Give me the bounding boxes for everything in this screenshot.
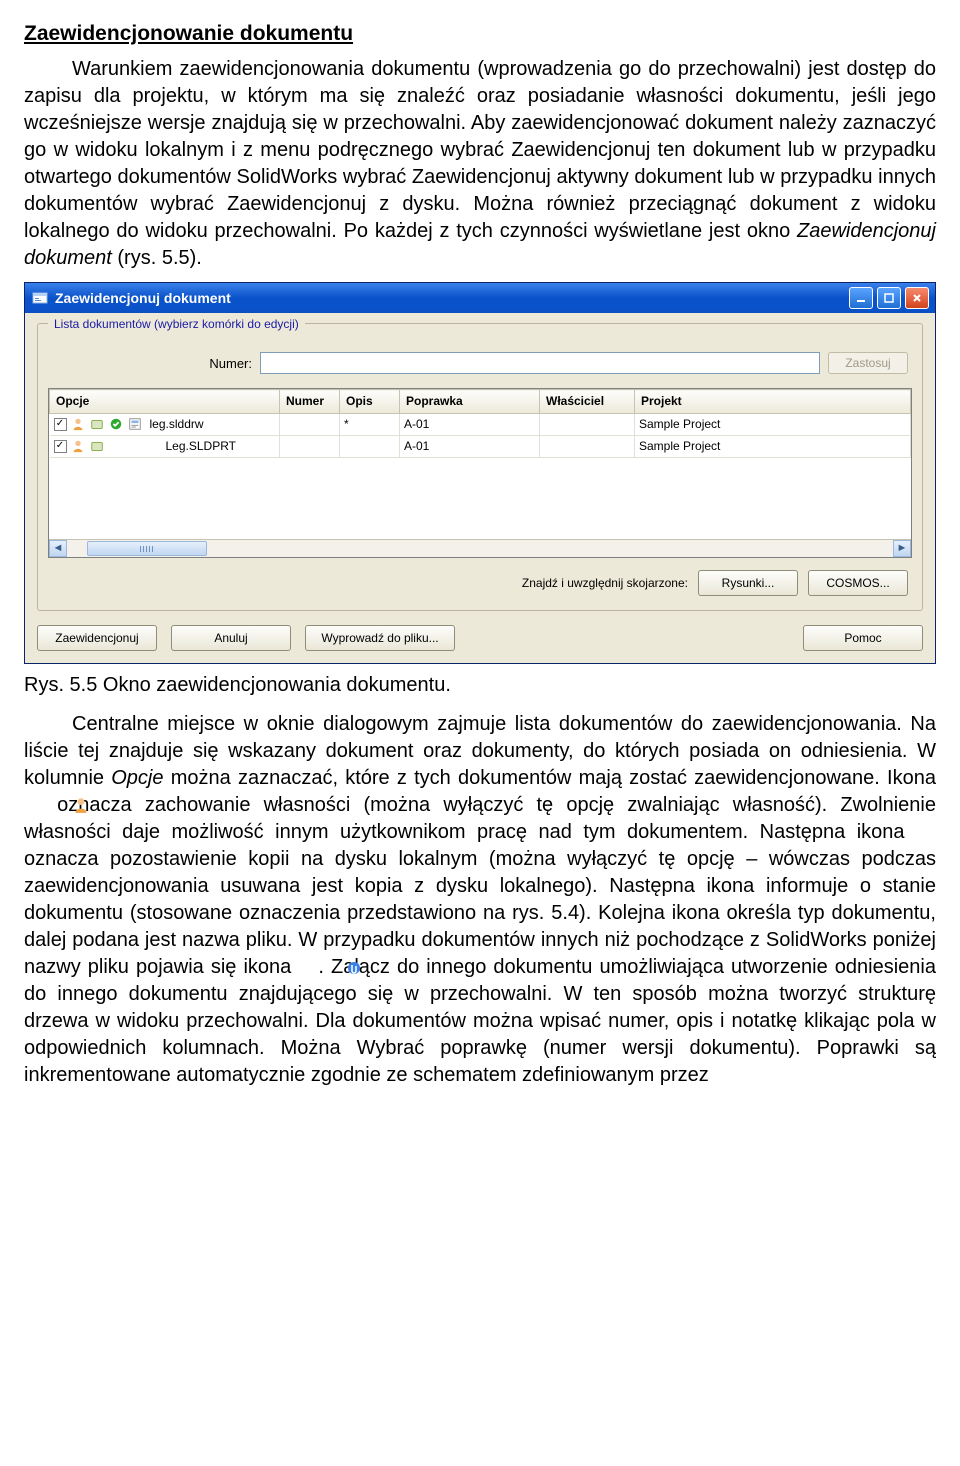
ownership-icon	[24, 795, 44, 813]
fieldset-legend: Lista dokumentów (wybierz komórki do edy…	[48, 316, 305, 332]
cell-poprawka[interactable]: A-01	[400, 435, 540, 457]
find-label: Znajdź i uwzględnij skojarzone:	[522, 575, 688, 591]
localcopy-icon[interactable]	[89, 438, 105, 454]
col-numer[interactable]: Numer	[280, 390, 340, 413]
cell-numer[interactable]	[280, 413, 340, 435]
minimize-button[interactable]	[849, 287, 873, 309]
spacer-icon	[108, 438, 124, 454]
file-name: Leg.SLDPRT	[166, 438, 236, 454]
dialog-window: Zaewidencjonuj dokument Lista dokumentów…	[24, 282, 936, 664]
para2: Centralne miejsce w oknie dialogowym zaj…	[24, 711, 936, 1089]
cell-numer[interactable]	[280, 435, 340, 457]
scroll-thumb[interactable]	[87, 541, 207, 556]
cell-opis[interactable]: *	[340, 413, 400, 435]
document-list-fieldset: Lista dokumentów (wybierz komórki do edy…	[37, 323, 923, 611]
app-icon	[31, 289, 49, 307]
col-opcje[interactable]: Opcje	[50, 390, 280, 413]
cell-projekt[interactable]: Sample Project	[635, 435, 911, 457]
numer-input[interactable]	[260, 352, 820, 374]
doctype-icon	[127, 416, 143, 432]
col-wlasciciel[interactable]: Właściciel	[540, 390, 635, 413]
attach-icon	[298, 957, 318, 975]
col-opis[interactable]: Opis	[340, 390, 400, 413]
table-row[interactable]: ✓ leg.slddrw * A-01	[50, 413, 911, 435]
file-name: leg.slddrw	[150, 416, 204, 432]
scroll-track[interactable]	[67, 540, 893, 557]
page-title: Zaewidencjonowanie dokumentu	[24, 20, 936, 48]
row-checkbox[interactable]: ✓	[54, 418, 67, 431]
para2a-tail: można zaznaczać, które z tych dokumentów…	[164, 767, 936, 789]
table-row[interactable]: ✓ Leg.SLDPRT A-01	[50, 435, 911, 457]
scroll-right-icon[interactable]: ►	[893, 540, 911, 557]
scroll-left-icon[interactable]: ◄	[49, 540, 67, 557]
status-icon	[108, 416, 124, 432]
cosmos-button[interactable]: COSMOS...	[808, 570, 908, 596]
titlebar: Zaewidencjonuj dokument	[25, 283, 935, 313]
cell-opis[interactable]	[340, 435, 400, 457]
document-table-wrap: Opcje Numer Opis Poprawka Właściciel Pro…	[48, 388, 912, 558]
rysunki-button[interactable]: Rysunki...	[698, 570, 798, 596]
pomoc-button[interactable]: Pomoc	[803, 625, 923, 651]
document-table: Opcje Numer Opis Poprawka Właściciel Pro…	[49, 389, 911, 457]
para1-tail: (rys. 5.5).	[112, 247, 202, 269]
para1-text: Warunkiem zaewidencjonowania dokumentu (…	[24, 58, 936, 242]
spacer-icon	[127, 438, 143, 454]
ownership-icon[interactable]	[70, 438, 86, 454]
wyprowadz-button[interactable]: Wyprowadź do pliku...	[305, 625, 455, 651]
col-poprawka[interactable]: Poprawka	[400, 390, 540, 413]
cell-projekt[interactable]: Sample Project	[635, 413, 911, 435]
localcopy-icon	[916, 822, 936, 840]
cell-wlasciciel[interactable]	[540, 435, 635, 457]
intro-paragraph: Warunkiem zaewidencjonowania dokumentu (…	[24, 56, 936, 272]
zaewidencjonuj-button[interactable]: Zaewidencjonuj	[37, 625, 157, 651]
close-button[interactable]	[905, 287, 929, 309]
para2b: oznacza zachowanie własności (można wyłą…	[24, 794, 936, 843]
cell-poprawka[interactable]: A-01	[400, 413, 540, 435]
col-projekt[interactable]: Projekt	[635, 390, 911, 413]
zastosuj-button[interactable]: Zastosuj	[828, 352, 908, 374]
figure-caption: Rys. 5.5 Okno zaewidencjonowania dokumen…	[24, 672, 936, 699]
numer-label: Numer:	[52, 355, 252, 373]
ownership-icon[interactable]	[70, 416, 86, 432]
cell-wlasciciel[interactable]	[540, 413, 635, 435]
anuluj-button[interactable]: Anuluj	[171, 625, 291, 651]
maximize-button[interactable]	[877, 287, 901, 309]
para2a-em: Opcje	[111, 767, 163, 789]
row-checkbox[interactable]: ✓	[54, 440, 67, 453]
localcopy-icon[interactable]	[89, 416, 105, 432]
window-title: Zaewidencjonuj dokument	[55, 289, 849, 308]
horizontal-scrollbar[interactable]: ◄ ►	[49, 539, 911, 557]
